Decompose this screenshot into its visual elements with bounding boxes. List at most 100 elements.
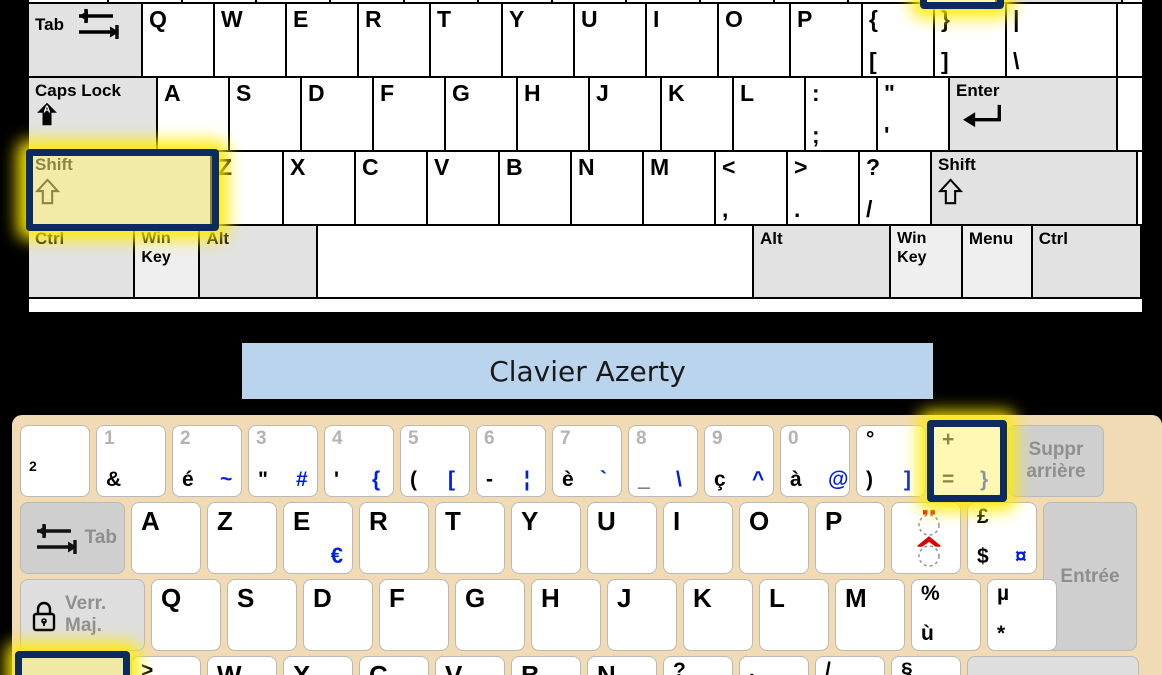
qwerty-key-win-key[interactable]: Win Key — [135, 226, 201, 297]
azerty-key-l[interactable]: L — [759, 579, 829, 651]
azerty-key-verr-maj[interactable]: Verr. Maj. — [20, 579, 145, 651]
azerty-key-h[interactable]: H — [531, 579, 601, 651]
qwerty-key-n[interactable]: N — [572, 152, 644, 224]
azerty-key-blank[interactable]: 6 - ¦ — [476, 425, 546, 497]
qwerty-key-p[interactable]: P — [791, 4, 863, 76]
qwerty-key-blank[interactable]: {[ — [863, 4, 935, 76]
azerty-key-b[interactable]: B — [511, 656, 581, 675]
azerty-key-d[interactable]: D — [303, 579, 373, 651]
azerty-key-t[interactable]: T — [435, 502, 505, 574]
qwerty-key-ctrl[interactable]: Ctrl — [29, 226, 136, 297]
qwerty-key-f[interactable]: F — [374, 78, 446, 150]
qwerty-key-8[interactable]: 8 — [627, 0, 701, 2]
qwerty-key-blank[interactable]: <, — [716, 152, 788, 224]
qwerty-key-h[interactable]: H — [518, 78, 590, 150]
azerty-key-blank[interactable]: 1 & — [96, 425, 166, 497]
azerty-key-µ[interactable]: µ * — [987, 579, 1057, 651]
qwerty-key-o[interactable]: O — [719, 4, 791, 76]
qwerty-key-e[interactable]: E — [287, 4, 359, 76]
qwerty-key-y[interactable]: Y — [503, 4, 575, 76]
azerty-key-g[interactable]: G — [455, 579, 525, 651]
qwerty-key-r[interactable]: R — [359, 4, 431, 76]
qwerty-key-w[interactable]: W — [215, 4, 287, 76]
azerty-key-blank[interactable]: .; — [739, 656, 809, 675]
azerty-key-o[interactable]: O — [739, 502, 809, 574]
azerty-key-à[interactable]: 0 à @ — [780, 425, 850, 497]
azerty-key-è[interactable]: 7 è ` — [552, 425, 622, 497]
azerty-key-shift[interactable]: Shift — [20, 656, 125, 675]
azerty-key-blank[interactable]: °)] — [856, 425, 926, 497]
qwerty-key-blank[interactable]: | \ — [1007, 4, 1118, 76]
azerty-key-2[interactable]: 2 — [20, 425, 90, 497]
qwerty-key-0[interactable]: 0 — [775, 0, 849, 2]
azerty-key-blank[interactable]: % ù — [911, 579, 981, 651]
qwerty-key-k[interactable]: K — [662, 78, 734, 150]
azerty-key-f[interactable]: F — [379, 579, 449, 651]
qwerty-key-menu[interactable]: Menu — [962, 226, 1033, 297]
azerty-key-tab[interactable]: Tab — [20, 502, 125, 574]
qwerty-key-a[interactable]: A — [158, 78, 230, 150]
azerty-key-y[interactable]: Y — [511, 502, 581, 574]
qwerty-key-ctrl[interactable]: Ctrl — [1032, 226, 1143, 297]
azerty-key-blank[interactable]: §! — [891, 656, 961, 675]
qwerty-key-b[interactable]: B — [500, 152, 572, 224]
azerty-key-a[interactable]: A — [131, 502, 201, 574]
qwerty-key-x[interactable]: X — [284, 152, 356, 224]
qwerty-key-blank[interactable]: " ' — [878, 78, 950, 150]
qwerty-key-blank[interactable] — [29, 0, 109, 2]
azerty-key-i[interactable]: I — [663, 502, 733, 574]
qwerty-key-1[interactable]: 1 — [109, 0, 183, 2]
qwerty-key-blank[interactable]: >. — [788, 152, 860, 224]
qwerty-key-blank[interactable] — [318, 226, 754, 297]
qwerty-key-shift[interactable]: Shift — [29, 152, 212, 224]
qwerty-key-blank[interactable]: - — [849, 0, 923, 2]
azerty-key-z[interactable]: Z — [207, 502, 277, 574]
azerty-key-entrée[interactable]: Entrée — [1043, 502, 1137, 651]
azerty-key-w[interactable]: W — [207, 656, 277, 675]
azerty-key-blank[interactable]: 5 ([ — [400, 425, 470, 497]
qwerty-key-j[interactable]: J — [590, 78, 662, 150]
azerty-key-shift[interactable]: Shift — [967, 656, 1139, 675]
azerty-key-x[interactable]: X — [283, 656, 353, 675]
qwerty-key-c[interactable]: C — [356, 152, 428, 224]
qwerty-key-l[interactable]: L — [734, 78, 806, 150]
qwerty-key-blank[interactable]: ? / — [860, 152, 932, 224]
qwerty-key-q[interactable]: Q — [143, 4, 215, 76]
azerty-key-r[interactable]: R — [359, 502, 429, 574]
qwerty-key-blank[interactable]: :; — [806, 78, 878, 150]
azerty-key-é[interactable]: 2 é ~ — [172, 425, 242, 497]
qwerty-key-s[interactable]: S — [230, 78, 302, 150]
azerty-key-u[interactable]: U — [587, 502, 657, 574]
azerty-key-suppr-arrière[interactable]: Suppr arrière — [1008, 425, 1104, 497]
qwerty-key-win-key[interactable]: Win Key — [891, 226, 963, 297]
qwerty-key-backspace[interactable]: Backspace — [997, 0, 1123, 2]
azerty-key-blank[interactable]: 4 ' { — [324, 425, 394, 497]
qwerty-key-2[interactable]: 2 — [183, 0, 257, 2]
qwerty-key-5[interactable]: 5 — [405, 0, 479, 2]
azerty-key-n[interactable]: N — [587, 656, 657, 675]
qwerty-key-7[interactable]: 7 — [553, 0, 627, 2]
azerty-key-k[interactable]: K — [683, 579, 753, 651]
qwerty-key-u[interactable]: U — [575, 4, 647, 76]
azerty-key-s[interactable]: S — [227, 579, 297, 651]
azerty-key-blank[interactable]: 8 _ \ — [628, 425, 698, 497]
azerty-key-ç[interactable]: 9 ç ^ — [704, 425, 774, 497]
qwerty-key-6[interactable]: 6 — [479, 0, 553, 2]
azerty-key-p[interactable]: P — [815, 502, 885, 574]
qwerty-key-3[interactable]: 3 — [257, 0, 331, 2]
azerty-key-blank[interactable]: /: — [815, 656, 885, 675]
qwerty-key-shift[interactable]: Shift — [932, 152, 1138, 224]
azerty-key-q[interactable]: Q — [151, 579, 221, 651]
qwerty-key-tab[interactable]: Tab — [29, 4, 143, 76]
qwerty-key-i[interactable]: I — [647, 4, 719, 76]
qwerty-key-enter[interactable]: Enter — [950, 78, 1118, 150]
qwerty-key-4[interactable]: 4 — [331, 0, 405, 2]
qwerty-key-z[interactable]: Z — [212, 152, 284, 224]
qwerty-key-blank[interactable]: = — [923, 0, 997, 2]
azerty-key-blank[interactable]: ?, — [663, 656, 733, 675]
azerty-key-£[interactable]: £ $ ¤ — [967, 502, 1037, 574]
qwerty-key-v[interactable]: V — [428, 152, 500, 224]
qwerty-key-g[interactable]: G — [446, 78, 518, 150]
qwerty-key-9[interactable]: 9 — [701, 0, 775, 2]
azerty-key-v[interactable]: V — [435, 656, 505, 675]
